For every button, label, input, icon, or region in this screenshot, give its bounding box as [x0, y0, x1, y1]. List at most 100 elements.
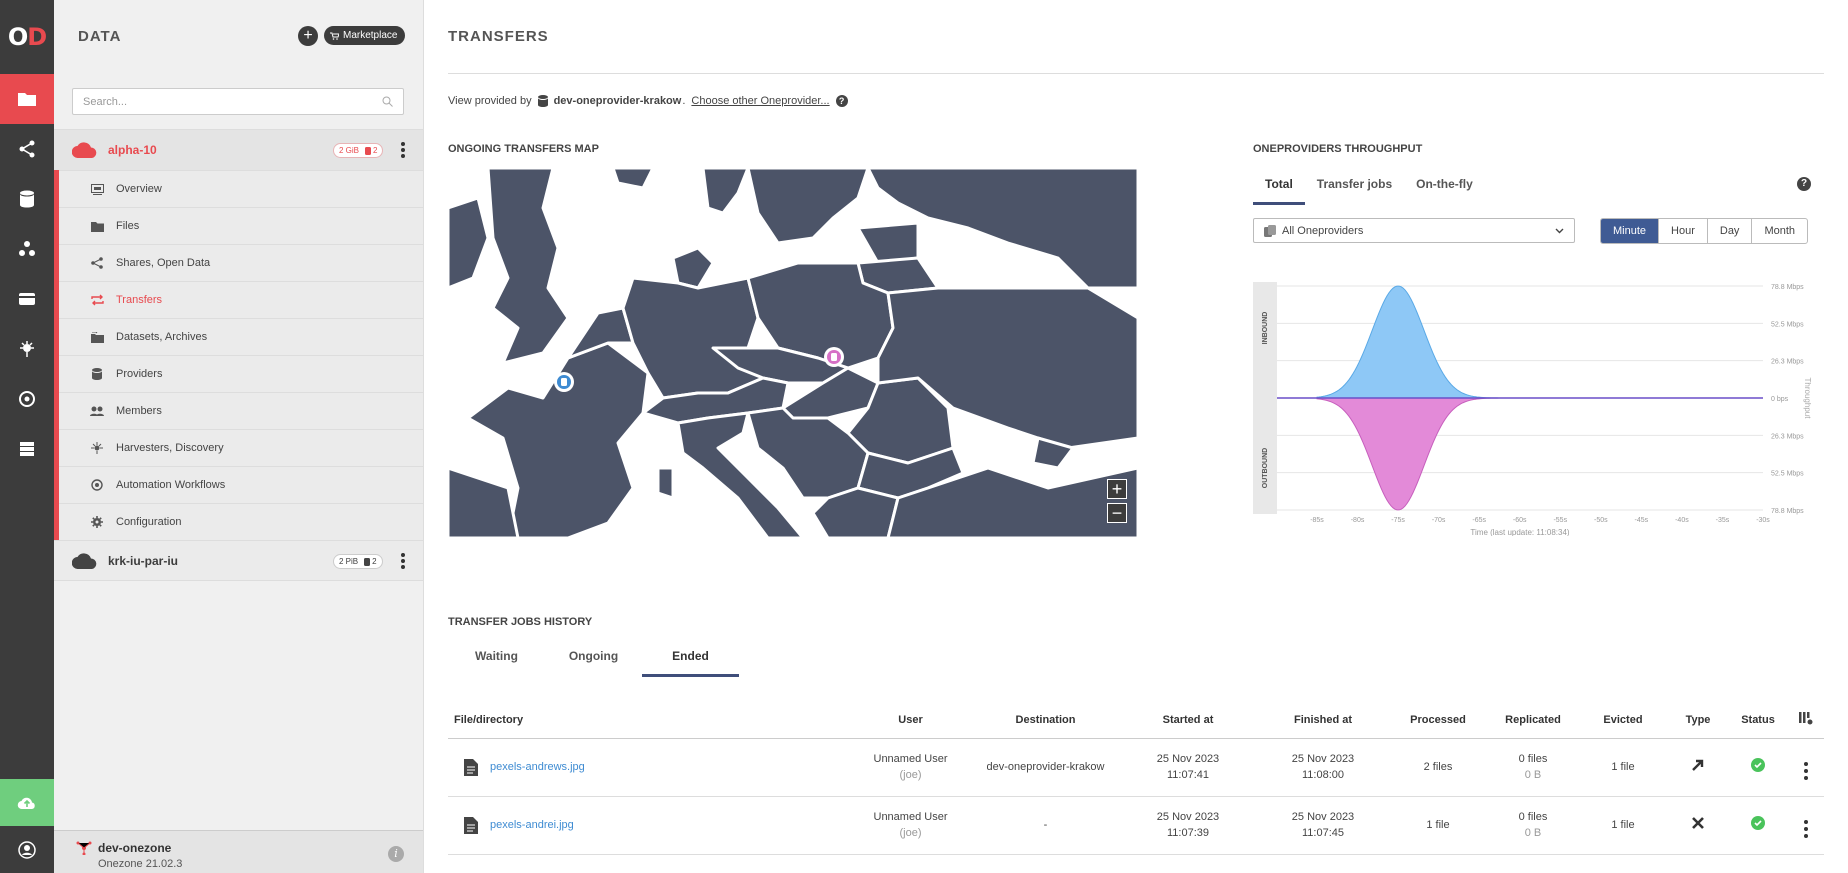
zone-version: Onezone 21.02.3	[98, 858, 183, 870]
rail-data[interactable]	[0, 74, 54, 124]
started-date: 25 Nov 2023	[1156, 753, 1220, 765]
tab-ended[interactable]: Ended	[642, 640, 739, 677]
uploads-button[interactable]	[0, 779, 54, 826]
provider-marker-krakow[interactable]	[824, 347, 844, 367]
table-row[interactable]: pexels-andrews.jpg Unnamed User (joe) dev…	[448, 738, 1824, 797]
space-providers-count: 2	[372, 557, 377, 566]
file-link[interactable]: pexels-andrews.jpg	[490, 759, 585, 775]
rail-providers[interactable]	[0, 174, 54, 224]
sidebar-item-overview[interactable]: Overview	[59, 170, 423, 207]
sidebar-item-automation[interactable]: Automation Workflows	[59, 466, 423, 503]
map-title: ONGOING TRANSFERS MAP	[448, 143, 599, 155]
tab-total[interactable]: Total	[1253, 173, 1305, 205]
file-link[interactable]: pexels-andrei.jpg	[490, 817, 574, 833]
column-header[interactable]: Evicted	[1578, 703, 1668, 739]
table-row[interactable]: pexels-andrei.jpg Unnamed User (joe) - 25…	[448, 796, 1824, 855]
cloud-icon	[72, 553, 97, 569]
help-icon[interactable]: ?	[1797, 177, 1811, 191]
marketplace-label: Marketplace	[343, 30, 398, 41]
migration-icon	[1692, 759, 1704, 771]
period-minute[interactable]: Minute	[1601, 219, 1659, 243]
info-icon[interactable]: i	[388, 846, 404, 862]
period-day[interactable]: Day	[1706, 219, 1752, 243]
column-header[interactable]: Type	[1668, 703, 1728, 739]
x-tick-label: -85s	[1310, 517, 1324, 524]
automation-icon	[90, 478, 104, 492]
column-header[interactable]: Processed	[1388, 703, 1488, 739]
help-icon[interactable]: ?	[835, 95, 848, 107]
sidebar-item-harvesters[interactable]: Harvesters, Discovery	[59, 429, 423, 466]
view-provided-label: View provided by	[448, 95, 532, 107]
space-size: 2 PiB	[339, 557, 359, 566]
sidebar-item-providers[interactable]: Providers	[59, 355, 423, 392]
processed: 2 files	[1388, 738, 1488, 797]
transfer-jobs-table: File/directory User Destination Started …	[448, 703, 1824, 855]
provider-select[interactable]: All Oneproviders	[1253, 218, 1575, 243]
columns-config-button[interactable]	[1788, 703, 1824, 739]
replicated-size: 0 B	[1524, 769, 1542, 781]
zoom-out-button[interactable]: −	[1107, 503, 1127, 523]
rail-tokens[interactable]	[0, 274, 54, 324]
success-icon	[1751, 815, 1765, 830]
column-header[interactable]: File/directory	[448, 703, 848, 739]
provider-marker-paris[interactable]	[554, 372, 574, 392]
provider-name: dev-oneprovider-krakow	[553, 95, 682, 107]
y-tick-label: 78.8 Mbps	[1771, 508, 1804, 515]
transfers-map[interactable]: + −	[448, 168, 1138, 538]
share-icon	[19, 140, 35, 158]
space-menu-button[interactable]	[400, 551, 406, 571]
eviction-icon	[1692, 816, 1704, 829]
marketplace-button[interactable]: Marketplace	[324, 26, 406, 45]
rail-shares[interactable]	[0, 124, 54, 174]
period-hour[interactable]: Hour	[1658, 219, 1707, 243]
space-menu-button[interactable]	[400, 140, 406, 160]
title-divider	[448, 73, 1824, 74]
column-header[interactable]: User	[848, 703, 973, 739]
started-time: 11:07:39	[1166, 827, 1209, 839]
rail-clusters[interactable]	[0, 424, 54, 474]
zoom-in-button[interactable]: +	[1107, 479, 1127, 499]
period-month[interactable]: Month	[1751, 219, 1807, 243]
column-header[interactable]: Replicated	[1488, 703, 1578, 739]
space-item-krk-iu-par-iu[interactable]: krk-iu-par-iu 2 PiB 2	[54, 540, 423, 581]
file-icon	[464, 816, 478, 834]
sidebar-item-members[interactable]: Members	[59, 392, 423, 429]
throughput-chart[interactable]: 78.8 Mbps 52.5 Mbps 26.3 Mbps 0 bps 26.3 Mbp…	[1253, 278, 1813, 536]
rail-automation[interactable]	[0, 374, 54, 424]
rail-harvesters[interactable]	[0, 324, 54, 374]
column-header[interactable]: Destination	[973, 703, 1118, 739]
onezone-icon	[76, 841, 92, 855]
tab-on-the-fly[interactable]: On-the-fly	[1404, 173, 1485, 205]
replicated: 0 files	[1518, 811, 1548, 823]
sidebar-item-datasets[interactable]: Datasets, Archives	[59, 318, 423, 355]
success-icon	[1751, 757, 1765, 772]
sidebar-item-configuration[interactable]: Configuration	[59, 503, 423, 540]
search-input[interactable]: Search...	[72, 88, 404, 115]
sidebar-item-label: Shares, Open Data	[116, 257, 211, 269]
finished-time: 11:08:00	[1301, 769, 1344, 781]
choose-provider-link[interactable]: Choose other Oneprovider...	[691, 95, 829, 107]
gear-icon	[90, 515, 104, 529]
sidebar-item-shares[interactable]: Shares, Open Data	[59, 244, 423, 281]
sidebar-item-files[interactable]: Files	[59, 207, 423, 244]
onedata-logo[interactable]: OD	[0, 0, 54, 74]
x-tick-label: -30s	[1756, 517, 1770, 524]
user-account-button[interactable]	[0, 826, 54, 873]
space-item-alpha-10[interactable]: alpha-10 2 GiB 2	[54, 129, 423, 170]
column-header[interactable]: Finished at	[1258, 703, 1388, 739]
add-space-button[interactable]: +	[298, 26, 318, 46]
rail-groups[interactable]	[0, 224, 54, 274]
column-header[interactable]: Started at	[1118, 703, 1258, 739]
row-actions-button[interactable]	[1804, 819, 1808, 838]
tab-transfer-jobs[interactable]: Transfer jobs	[1305, 173, 1404, 205]
x-tick-label: -80s	[1351, 517, 1365, 524]
tab-ongoing[interactable]: Ongoing	[545, 640, 642, 677]
sidebar-item-transfers[interactable]: Transfers	[59, 281, 423, 318]
column-header[interactable]: Status	[1728, 703, 1788, 739]
data-sidebar: DATA + Marketplace Search... alpha-10 2 …	[54, 0, 424, 873]
tab-waiting[interactable]: Waiting	[448, 640, 545, 677]
row-actions-button[interactable]	[1804, 761, 1808, 780]
share-icon	[90, 256, 104, 270]
outbound-series-area	[1277, 397, 1763, 511]
replicated-size: 0 B	[1524, 827, 1542, 839]
